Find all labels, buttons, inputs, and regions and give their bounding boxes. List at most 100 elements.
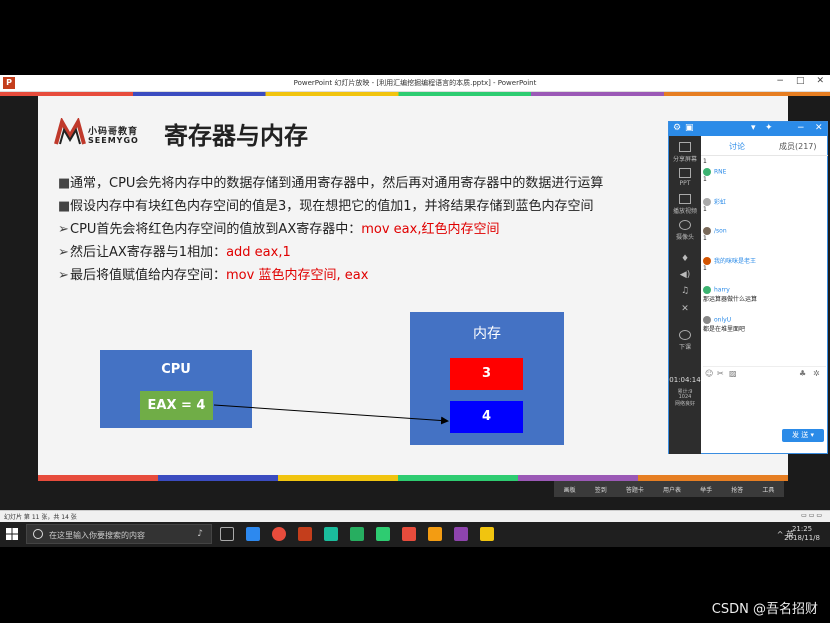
avatar [703,168,711,176]
memory-label: 内存 [473,326,501,342]
pin-icon[interactable]: ✦ [765,123,773,133]
maximize-button[interactable]: □ [796,76,805,86]
tool-tools[interactable]: 工具 [762,485,774,494]
list-item: /son 1 [703,227,727,242]
broom-icon[interactable]: ♣ [799,369,806,378]
bullet-marker: ■ [58,199,71,214]
clock-icon [679,330,691,340]
window-icon[interactable]: ▣ [685,123,694,133]
ppt-item[interactable]: PPT [669,168,701,187]
settings-icon[interactable]: ⚙ [673,123,681,133]
bullet-marker: ➢ [58,245,69,260]
tool-quick-answer[interactable]: 抢答 [731,485,743,494]
chat-panel: ⚙ ▣ ▾ ✦ − ✕ 分享屏幕 PPT 播放视频 摄像头 ♦ ◀) ♫ ✕ 下… [668,121,828,454]
timer: 01:04:14 [669,376,701,384]
avatar [703,227,711,235]
list-item: harry 那运算器做什么运算 [703,286,758,303]
camera-item[interactable]: 摄像头 [669,220,701,241]
list-item: onlyU 都是在堆里面吧 [703,316,746,333]
image-icon[interactable]: ▨ [729,369,737,378]
red-memory-cell: 3 [450,358,523,390]
visual-studio-icon[interactable] [454,527,468,541]
eax-register: EAX = 4 [140,391,213,420]
bullet-4: ➢然后让AX寄存器与1相加：add eax,1 [58,241,291,260]
mic-icon[interactable]: ♦ [669,254,701,264]
microphone-icon[interactable]: ♪ [197,529,203,539]
timer-sub-3: 网络良好 [674,401,695,407]
memory-box: 内存 3 4 [410,312,564,445]
scissors-icon[interactable]: ✂ [717,369,724,378]
search-placeholder: 在这里输入你要搜索的内容 [49,531,145,540]
seemygo-logo-icon [54,118,86,145]
volume-icon[interactable]: ◀) [669,270,701,280]
list-item: 我的咪咪是老王 1 [703,256,757,272]
bullet-2: ■假设内存中有块红色内存空间的值是3，现在想把它的值加1，并将结果存储到蓝色内存… [58,195,594,214]
end-class-item[interactable]: 下课 [669,330,701,351]
chrome-icon[interactable] [272,527,286,541]
folder-icon[interactable] [480,527,494,541]
ppt-icon [679,168,691,178]
list-item: RNE 1 [703,168,727,183]
app-icon-5[interactable] [402,527,416,541]
tool-user-list[interactable]: 用户表 [663,485,681,494]
bullet-code: mov eax,红色内存空间 [361,222,500,237]
minimize-button[interactable]: − [776,76,784,86]
bullet-code: add eax,1 [226,245,291,260]
bullet-marker: ➢ [58,222,69,237]
emoji-icon[interactable]: ☺ [705,369,713,378]
share-screen-item[interactable]: 分享屏幕 [669,142,701,163]
bullet-3: ➢CPU首先会将红色内存空间的值放到AX寄存器中：mov eax,红色内存空间 [58,218,499,237]
expand-icon[interactable]: ✕ [669,304,701,314]
tool-drawing-board[interactable]: 画板 [564,485,576,494]
blue-memory-cell: 4 [450,401,523,433]
tool-sign-in[interactable]: 签到 [595,485,607,494]
play-video-item[interactable]: 播放视频 [669,194,701,215]
sublime-icon[interactable] [428,527,442,541]
app-icon-4[interactable] [376,527,390,541]
blue-cell-value: 4 [481,409,492,424]
tab-discuss[interactable]: 讨论 [729,141,745,152]
avatar [703,256,711,265]
avatar [703,197,711,206]
avatar [703,286,711,294]
logo: 小码哥教育 SEEMYGO [54,116,154,150]
list-item: 彩虹 1 [703,197,727,213]
app-icon-1[interactable] [246,527,260,541]
tool-answer-card[interactable]: 答题卡 [626,485,644,494]
task-view-icon[interactable] [220,527,234,541]
music-icon[interactable]: ♫ [669,286,701,296]
screen-area: P PowerPoint 幻灯片放映 - [利用汇编挖掘编程语言的本质.pptx… [0,75,830,547]
cortana-icon [33,529,43,539]
share-screen-icon [679,142,691,152]
bullet-marker: ➢ [58,268,69,283]
app-icon-3[interactable] [350,527,364,541]
send-button[interactable]: 发 送 ▾ [782,429,824,442]
status-bar: 幻灯片 第 11 张，共 14 张 ▭ ▭ ▭ [0,510,830,522]
bullet-text: CPU首先会将红色内存空间的值放到AX寄存器中： [70,222,362,237]
bullet-text: 假设内存中有块红色内存空间的值是3，现在想把它的值加1，并将结果存储到蓝色内存空… [70,199,594,214]
tool-raise-hand[interactable]: 举手 [700,485,712,494]
logo-en-text: SEEMYGO [88,136,139,145]
cpu-box: CPU EAX = 4 [100,350,252,428]
close-button[interactable]: ✕ [816,76,824,86]
slideshow-toolbar: 画板 签到 答题卡 用户表 举手 抢答 工具 [554,481,784,497]
watermark: CSDN @吾名招财 [711,602,818,617]
view-buttons[interactable]: ▭ ▭ ▭ [801,512,822,519]
powerpoint-taskbar-icon[interactable] [298,527,312,541]
clock[interactable]: 21:25 2018/11/8 [784,525,820,543]
taskbar-search[interactable]: 在这里输入你要搜索的内容 ♪ [26,524,212,544]
windows-start-icon[interactable] [6,528,18,540]
tab-members[interactable]: 成员(217) [779,141,817,152]
chat-input[interactable] [703,381,826,427]
app-icon-2[interactable] [324,527,338,541]
chat-sidebar: 分享屏幕 PPT 播放视频 摄像头 ♦ ◀) ♫ ✕ 下课 01:04:14 累… [669,136,701,454]
bullet-text: 最后将值赋值给内存空间： [70,268,227,283]
red-cell-value: 3 [481,366,492,381]
bullet-text: 通常，CPU会先将内存中的数据存储到通用寄存器中，然后再对通用寄存器中的数据进行… [70,176,604,191]
taskbar: 在这里输入你要搜索的内容 ♪ ^ 英 21:25 2018/11/8 [0,522,830,547]
chevron-down-icon[interactable]: ▾ [751,123,756,133]
close-icon[interactable]: ✕ [815,123,823,133]
gear-icon[interactable]: ✲ [813,369,820,378]
minimize-icon[interactable]: − [797,123,805,133]
bullet-marker: ■ [58,176,71,191]
